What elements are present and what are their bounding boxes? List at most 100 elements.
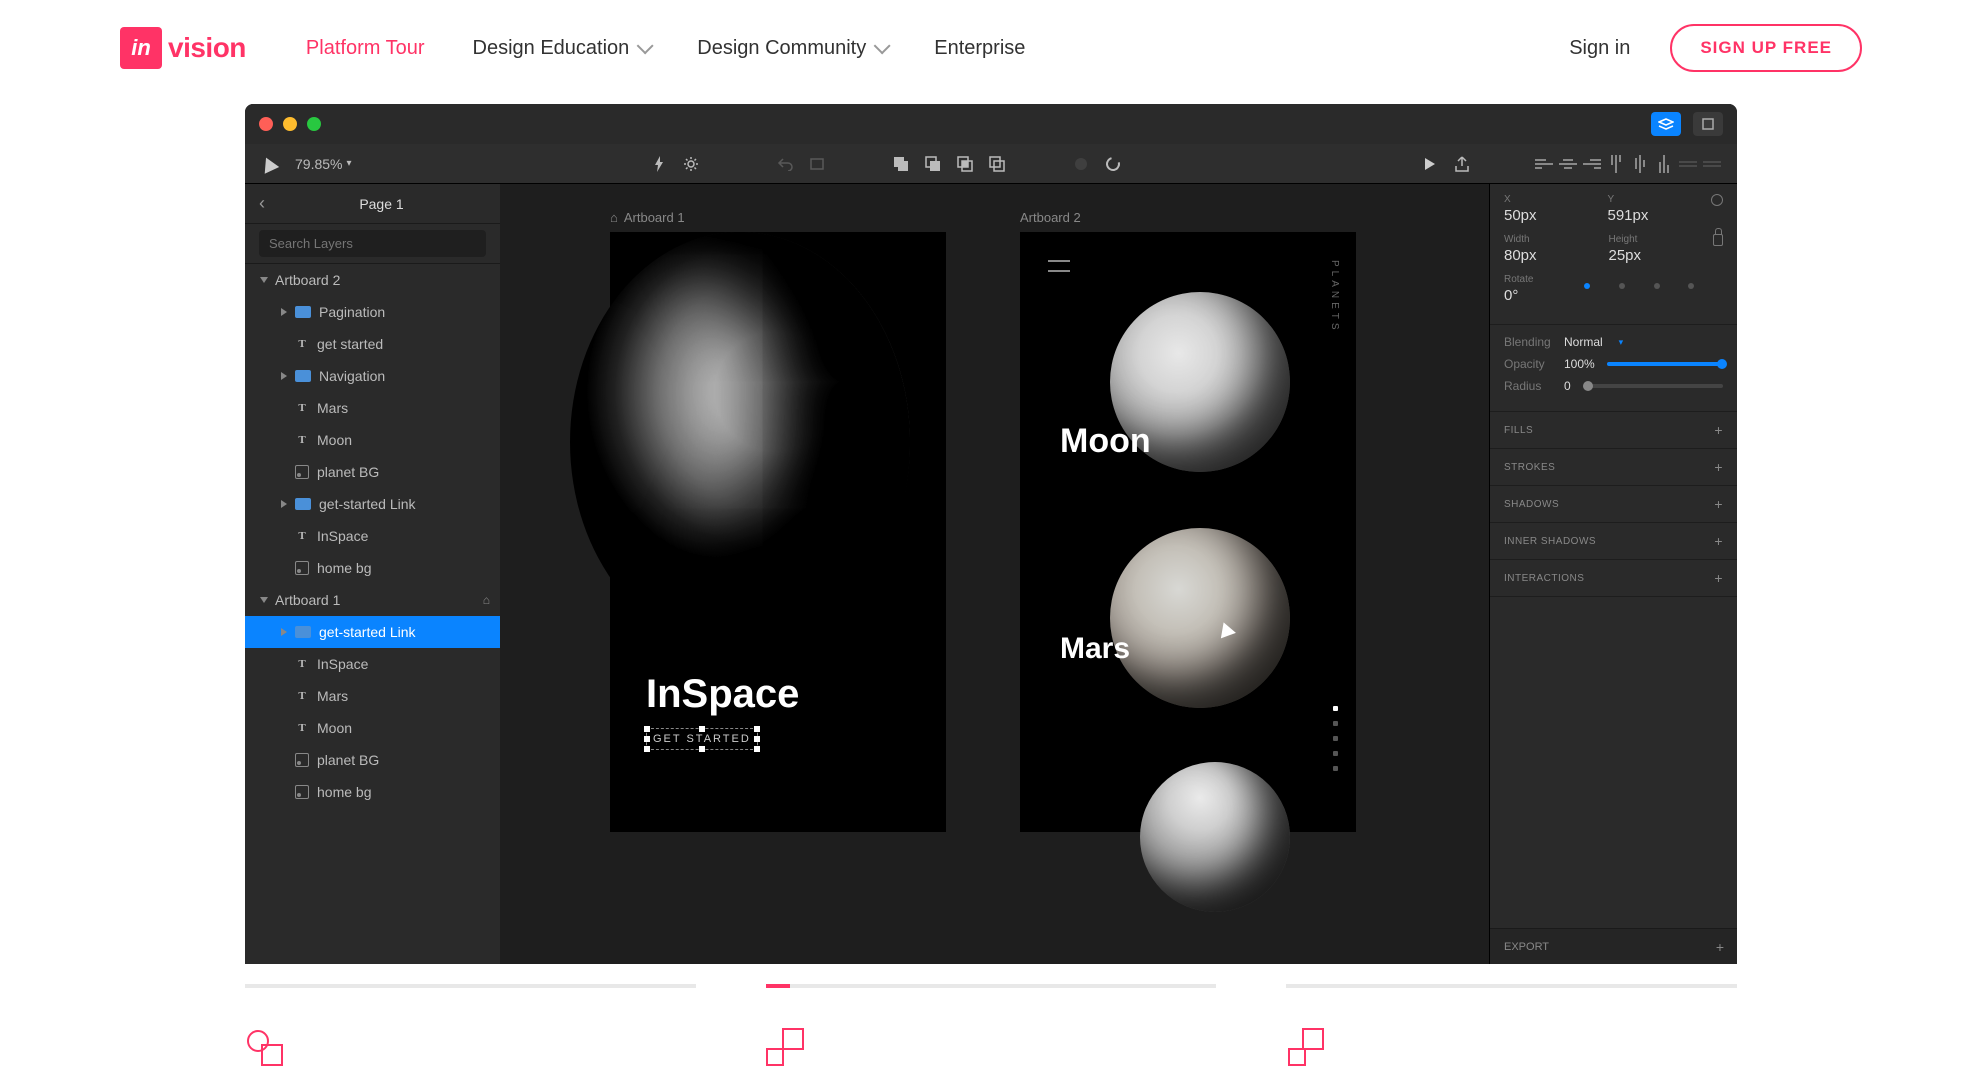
text-icon: T: [295, 337, 309, 351]
layers-panel-toggle[interactable]: [1651, 112, 1681, 136]
layer-row[interactable]: get-started Link: [245, 488, 500, 520]
plus-icon[interactable]: +: [1714, 422, 1723, 438]
get-started-link-selection[interactable]: GET STARTED: [646, 728, 758, 750]
library-panel-toggle[interactable]: [1693, 112, 1723, 136]
lightning-icon[interactable]: [650, 155, 668, 173]
nav-design-education[interactable]: Design Education: [473, 37, 650, 60]
distribute-v-icon[interactable]: [1703, 155, 1721, 173]
distribute-h-icon[interactable]: [1679, 155, 1697, 173]
inspector-panel-interactions[interactable]: INTERACTIONS+: [1490, 560, 1737, 597]
inspector-panel-inner-shadows[interactable]: INNER SHADOWS+: [1490, 523, 1737, 560]
inspector-panel-fills[interactable]: FILLS+: [1490, 412, 1737, 449]
disclosure-triangle-icon[interactable]: [260, 277, 268, 283]
prototype-icon: [1286, 1028, 1324, 1066]
layer-row[interactable]: TMoon: [245, 712, 500, 744]
signup-button[interactable]: SIGN UP FREE: [1670, 24, 1862, 72]
layer-name: Mars: [317, 400, 348, 416]
align-top-icon[interactable]: [1607, 155, 1625, 173]
inspector-panel-strokes[interactable]: STROKES+: [1490, 449, 1737, 486]
difference-icon[interactable]: [988, 155, 1006, 173]
disclosure-triangle-icon[interactable]: [281, 372, 287, 380]
plus-icon[interactable]: +: [1714, 496, 1723, 512]
plus-icon[interactable]: +: [1714, 533, 1723, 549]
back-icon[interactable]: ‹: [259, 193, 265, 214]
text-icon: T: [295, 401, 309, 415]
plus-icon[interactable]: +: [1714, 459, 1723, 475]
export-panel[interactable]: EXPORT +: [1490, 928, 1737, 964]
width-field[interactable]: Width80px: [1504, 234, 1589, 264]
blending-field[interactable]: Blending Normal ▾: [1504, 335, 1723, 349]
artboard-1-label[interactable]: ⌂Artboard 1: [610, 210, 685, 225]
plus-icon[interactable]: +: [1716, 939, 1724, 955]
page-selector[interactable]: ‹ Page 1: [245, 184, 500, 224]
layer-row[interactable]: Artboard 1⌂: [245, 584, 500, 616]
search-layers-input[interactable]: [259, 230, 486, 257]
layer-row[interactable]: Navigation: [245, 360, 500, 392]
subtract-icon[interactable]: [924, 155, 942, 173]
play-preview-icon[interactable]: [1421, 155, 1439, 173]
disclosure-triangle-icon[interactable]: [281, 500, 287, 508]
layer-row[interactable]: TMars: [245, 680, 500, 712]
redo-icon[interactable]: [808, 155, 826, 173]
disclosure-triangle-icon[interactable]: [281, 308, 287, 316]
rotate-field[interactable]: Rotate0°: [1504, 274, 1564, 304]
layer-row[interactable]: Pagination: [245, 296, 500, 328]
layer-row[interactable]: Artboard 2: [245, 264, 500, 296]
intersect-icon[interactable]: [956, 155, 974, 173]
align-center-h-icon[interactable]: [1559, 155, 1577, 173]
rotate-presets[interactable]: [1584, 282, 1723, 290]
feature-3[interactable]: [1286, 984, 1737, 1066]
layer-row[interactable]: TInSpace: [245, 520, 500, 552]
inspector-panel-shadows[interactable]: SHADOWS+: [1490, 486, 1737, 523]
lock-proportions-icon[interactable]: [1713, 234, 1723, 246]
artboard-2[interactable]: Artboard 2 PLANETS Moon Mars: [1020, 232, 1356, 832]
layer-name: InSpace: [317, 528, 368, 544]
layer-row[interactable]: home bg: [245, 552, 500, 584]
settings-icon[interactable]: [682, 155, 700, 173]
layer-row[interactable]: get-started Link: [245, 616, 500, 648]
y-field[interactable]: Y591px: [1608, 194, 1692, 224]
canvas[interactable]: ⌂Artboard 1 InSpace GET STARTED Artboard…: [500, 184, 1489, 964]
union-icon[interactable]: [892, 155, 910, 173]
disclosure-triangle-icon[interactable]: [260, 597, 268, 603]
layer-row[interactable]: planet BG: [245, 744, 500, 776]
undo-icon[interactable]: [776, 155, 794, 173]
height-field[interactable]: Height25px: [1609, 234, 1694, 264]
upload-icon[interactable]: [1453, 155, 1471, 173]
align-bottom-icon[interactable]: [1655, 155, 1673, 173]
disclosure-triangle-icon[interactable]: [281, 628, 287, 636]
shapes-icon: [245, 1028, 283, 1066]
feature-2[interactable]: [766, 984, 1217, 1066]
align-left-icon[interactable]: [1535, 155, 1553, 173]
logo[interactable]: in vision: [120, 27, 246, 69]
x-field[interactable]: X50px: [1504, 194, 1588, 224]
layer-row[interactable]: TMoon: [245, 424, 500, 456]
artboard-1[interactable]: ⌂Artboard 1 InSpace GET STARTED: [610, 232, 946, 832]
radius-field[interactable]: Radius 0: [1504, 379, 1723, 393]
layer-row[interactable]: planet BG: [245, 456, 500, 488]
minimize-window-icon[interactable]: [283, 117, 297, 131]
artboard-2-label[interactable]: Artboard 2: [1020, 210, 1081, 225]
constrain-position-icon[interactable]: [1711, 194, 1723, 206]
refresh-icon[interactable]: [1104, 155, 1122, 173]
nav-design-community[interactable]: Design Community: [697, 37, 886, 60]
zoom-control[interactable]: 79.85% ▾: [295, 156, 352, 172]
layer-name: Navigation: [319, 368, 385, 384]
planets-vertical-label: PLANETS: [1329, 260, 1340, 334]
align-right-icon[interactable]: [1583, 155, 1601, 173]
opacity-field[interactable]: Opacity 100%: [1504, 357, 1723, 371]
signin-link[interactable]: Sign in: [1569, 37, 1630, 60]
close-window-icon[interactable]: [259, 117, 273, 131]
maximize-window-icon[interactable]: [307, 117, 321, 131]
layer-row[interactable]: TInSpace: [245, 648, 500, 680]
layer-row[interactable]: Tget started: [245, 328, 500, 360]
feature-1[interactable]: [245, 984, 696, 1066]
layer-row[interactable]: home bg: [245, 776, 500, 808]
align-middle-icon[interactable]: [1631, 155, 1649, 173]
mask-icon[interactable]: [1072, 155, 1090, 173]
layer-row[interactable]: T Mars: [245, 392, 500, 424]
select-tool[interactable]: [261, 157, 277, 171]
plus-icon[interactable]: +: [1714, 570, 1723, 586]
nav-enterprise[interactable]: Enterprise: [934, 37, 1025, 60]
nav-platform-tour[interactable]: Platform Tour: [306, 37, 425, 60]
